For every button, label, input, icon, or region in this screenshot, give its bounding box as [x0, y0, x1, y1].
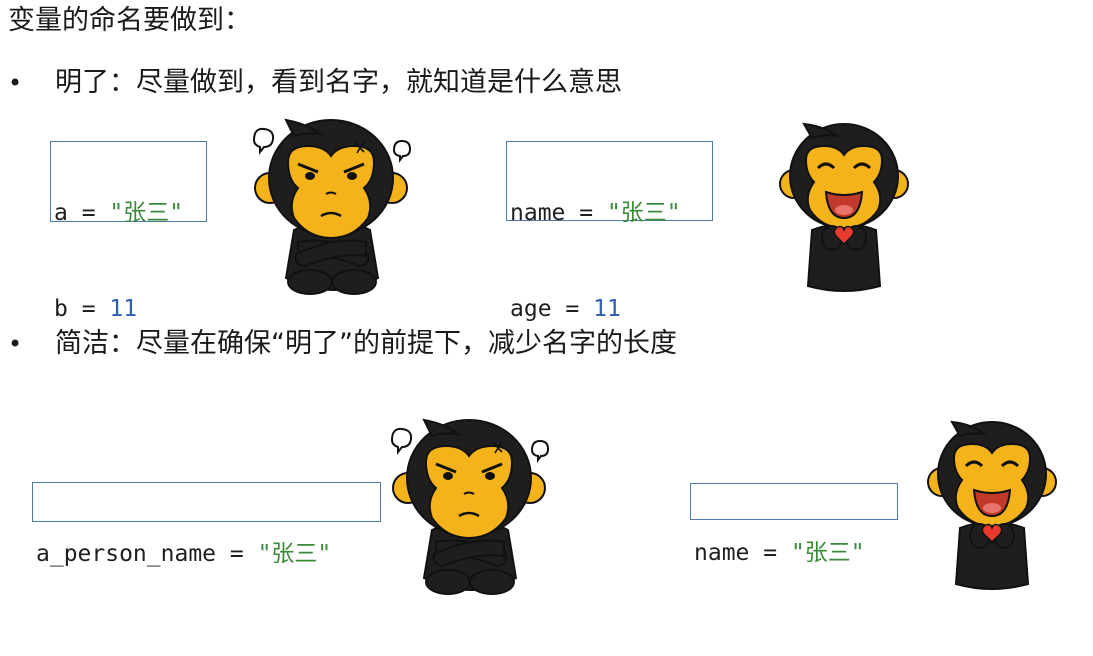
var-name: name [510, 200, 566, 226]
assign-op: = [565, 200, 607, 226]
assign-op: = [551, 296, 594, 322]
code-box-clear: name = "张三" age = 11 [506, 141, 713, 322]
happy-monkey-mascot-icon [779, 122, 909, 292]
code-box-unclear: a = "张三" b = 11 [50, 141, 207, 322]
bullet-text-concise: 简洁：尽量在确保“明了”的前提下，减少名字的长度 [55, 328, 677, 359]
bullet-concise: • 简洁：尽量在确保“明了”的前提下，减少名字的长度 [8, 325, 677, 363]
bullet-dot: • [8, 69, 23, 97]
number-value: 11 [109, 296, 138, 322]
string-value: "张三" [606, 200, 681, 226]
code-line: name = "张三" [507, 191, 712, 235]
happy-monkey-mascot-icon [927, 420, 1057, 590]
bullet-dot: • [8, 330, 23, 358]
page-title: 变量的命名要做到： [8, 5, 251, 36]
bullet-text-clear: 明了：尽量做到，看到名字，就知道是什么意思 [55, 67, 622, 98]
assign-op: = [216, 541, 258, 567]
code-line: name = "张三" [691, 536, 897, 571]
angry-monkey-mascot-icon [252, 118, 412, 295]
assign-op: = [67, 296, 110, 322]
var-name: a_person_name [36, 541, 217, 567]
code-box-concise: name = "张三" [690, 483, 898, 566]
angry-monkey-mascot-icon [390, 418, 550, 595]
var-name: name [694, 540, 750, 566]
code-line: a = "张三" [51, 191, 206, 235]
var-name: age [510, 296, 552, 322]
assign-op: = [749, 540, 791, 566]
number-value: 11 [593, 296, 621, 322]
string-value: "张三" [109, 200, 184, 226]
code-box-verbose: a_person_name = "张三" [32, 482, 381, 567]
code-line: a_person_name = "张三" [33, 535, 380, 573]
string-value: "张三" [257, 541, 332, 567]
string-value: "张三" [790, 540, 865, 566]
assign-op: = [67, 200, 110, 226]
var-name: b [54, 296, 68, 322]
bullet-clear: • 明了：尽量做到，看到名字，就知道是什么意思 [8, 64, 622, 102]
var-name: a [54, 200, 68, 226]
